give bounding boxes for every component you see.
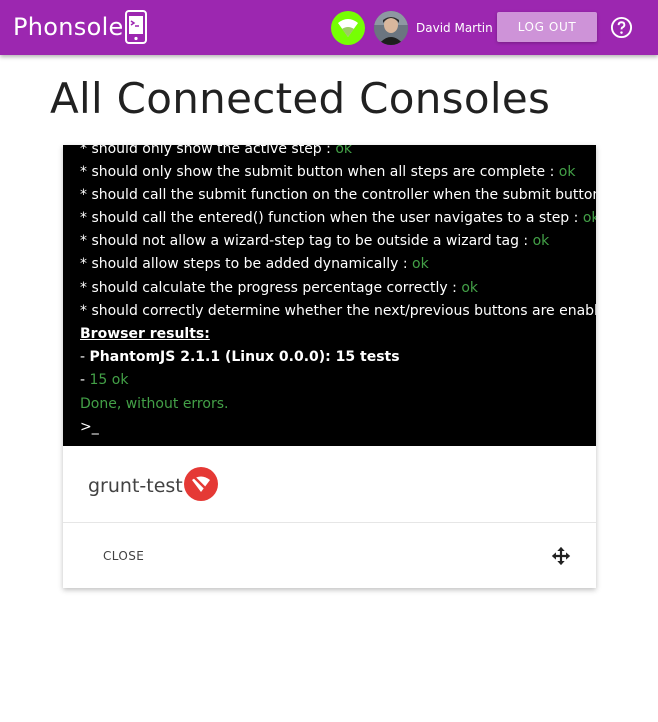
terminal-line: * should call the entered() function whe… (80, 210, 596, 226)
terminal-line: * should only show the submit button whe… (80, 164, 576, 180)
done-line: Done, without errors. (80, 396, 229, 412)
disconnected-icon (184, 467, 218, 501)
terminal-line: * should call the submit function on the… (80, 187, 596, 203)
test-count-line: - 15 ok (80, 372, 129, 388)
help-icon[interactable] (610, 16, 633, 39)
browser-line: - PhantomJS 2.1.1 (Linux 0.0.0): 15 test… (80, 349, 400, 365)
avatar[interactable] (374, 11, 408, 45)
browser-results-label: Browser results: (80, 326, 210, 342)
terminal-line: * should allow steps to be added dynamic… (80, 256, 429, 272)
console-name: grunt-test (88, 475, 183, 497)
page-title: All Connected Consoles (50, 74, 551, 123)
phone-terminal-icon (125, 10, 147, 44)
terminal-output[interactable]: * should only show the active step : ok … (63, 145, 596, 446)
terminal-prompt[interactable]: >_ (80, 419, 99, 436)
user-name: David Martin (416, 21, 493, 35)
console-card: * should only show the active step : ok … (63, 145, 596, 588)
move-icon[interactable] (550, 545, 572, 567)
terminal-line: * should correctly determine whether the… (80, 303, 596, 319)
logout-button[interactable]: LOG OUT (497, 12, 597, 42)
terminal-line: * should not allow a wizard-step tag to … (80, 233, 550, 249)
divider (63, 522, 596, 523)
close-button[interactable]: CLOSE (103, 549, 144, 563)
wifi-icon (338, 19, 358, 37)
connection-status-button[interactable] (331, 11, 365, 45)
top-app-bar: Phonsole David Martin LOG OUT (0, 0, 658, 55)
terminal-line: * should only show the active step : ok (80, 145, 352, 157)
terminal-line: * should calculate the progress percenta… (80, 280, 479, 296)
app-title[interactable]: Phonsole (13, 13, 124, 41)
